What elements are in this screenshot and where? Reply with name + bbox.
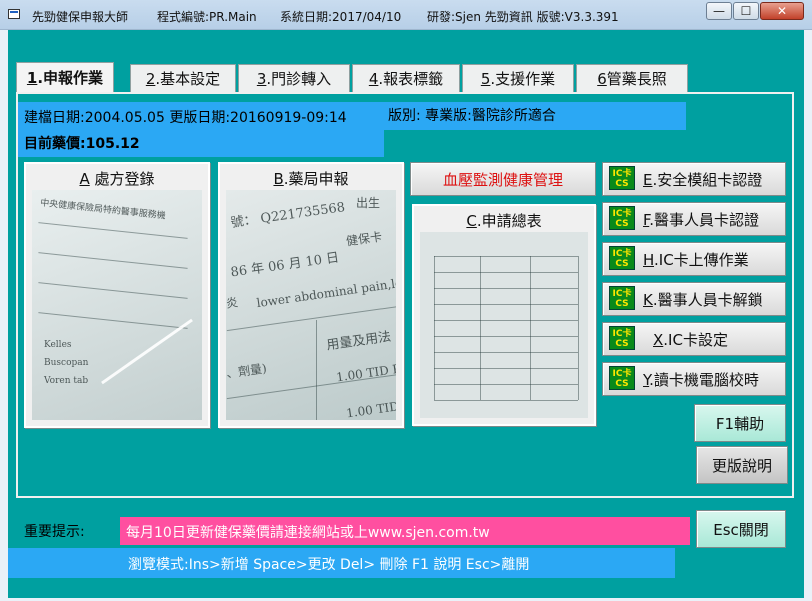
ic-card-icon: IC卡 CS	[609, 166, 635, 190]
tab-controlled-drugs[interactable]: 6 管藥長照	[576, 64, 688, 92]
tab-content: 建檔日期:2004.05.05 更版日期:20160919-09:14 目前藥價…	[16, 92, 794, 498]
maximize-button[interactable]: ☐	[733, 2, 759, 20]
medical-staff-card-unlock-button[interactable]: IC卡 CS K.醫事人員卡解鎖	[602, 282, 786, 316]
security-module-card-auth-button[interactable]: IC卡 CS E.安全模組卡認證	[602, 162, 786, 196]
edition-label: 版別: 專業版:醫院診所適合	[384, 102, 686, 130]
f1-help-button[interactable]: F1輔助	[694, 404, 786, 442]
ic-card-settings-button[interactable]: IC卡 CS X.IC卡設定	[602, 322, 786, 356]
notice-bar: 每月10日更新健保藥價請連接網站或上www.sjen.com.tw	[120, 517, 690, 545]
ic-card-upload-button[interactable]: IC卡 CS H.IC卡上傳作業	[602, 242, 786, 276]
tab-basic-settings[interactable]: 2 .基本設定	[130, 64, 236, 92]
notice-label: 重要提示:	[24, 524, 85, 540]
tab-outpatient-import[interactable]: 3 .門診轉入	[238, 64, 350, 92]
window-titlebar: 先勁健保申報大師 程式編號:PR.Main 系統日期:2017/04/10 研發…	[0, 0, 812, 30]
ic-card-icon: IC卡 CS	[609, 246, 635, 270]
bp-monitor-button[interactable]: 血壓監測健康管理	[410, 162, 596, 196]
medical-staff-card-auth-button[interactable]: IC卡 CS F.醫事人員卡認證	[602, 202, 786, 236]
ic-card-icon: IC卡 CS	[609, 206, 635, 230]
close-icon: ✕	[776, 4, 788, 18]
info-box: 建檔日期:2004.05.05 更版日期:20160919-09:14 目前藥價…	[18, 102, 384, 157]
pharmacy-photo: 號： Q221735568 出生 健保卡 86 年 06 月 10 日 炎 lo…	[226, 190, 396, 420]
update-notes-button[interactable]: 更版說明	[696, 446, 788, 484]
ic-card-icon: IC卡 CS	[609, 326, 635, 350]
build-update-dates: 建檔日期:2004.05.05 更版日期:20160919-09:14	[24, 110, 347, 126]
pharmacy-declaration-card[interactable]: B.藥局申報 號： Q221735568 出生 健保卡 86 年 06 月 10…	[218, 162, 404, 428]
main-panel: 1 .申報作業 2 .基本設定 3 .門診轉入 4 .報表標籤 5 .支援作業 6 管藥長…	[8, 30, 804, 598]
ic-card-icon: IC卡 CS	[609, 366, 635, 390]
ic-card-icon: IC卡 CS	[609, 286, 635, 310]
program-code: 程式編號:PR.Main	[157, 10, 257, 24]
tab-support[interactable]: 5 .支援作業	[462, 64, 574, 92]
prescription-photo: 中央健康保險局特約醫事服務機 Kelles Buscopan Voren tab	[32, 190, 202, 420]
system-date: 系統日期:2017/04/10	[280, 10, 402, 24]
close-button[interactable]: ✕	[760, 2, 804, 20]
status-bar: 瀏覽模式:Ins>新增 Space>更改 Del> 刪除 F1 說明 Esc>離…	[8, 548, 675, 578]
minimize-icon: —	[713, 4, 725, 18]
minimize-button[interactable]: —	[706, 2, 732, 20]
summary-photo	[420, 232, 588, 418]
application-summary-card[interactable]: C.申請總表	[412, 204, 596, 426]
esc-close-button[interactable]: Esc關閉	[696, 510, 786, 548]
developer-version: 研發:Sjen 先勁資訊 版號:V3.3.391	[427, 10, 619, 24]
app-icon[interactable]	[8, 9, 20, 19]
card-reader-time-sync-button[interactable]: IC卡 CS Y.讀卡機電腦校時	[602, 362, 786, 396]
current-drug-price: 目前藥價:105.12	[24, 136, 140, 152]
prescription-entry-card[interactable]: A 處方登錄 中央健康保險局特約醫事服務機 Kelles Buscopan Vo…	[24, 162, 210, 428]
app-title: 先勁健保申報大師	[32, 10, 129, 24]
maximize-icon: ☐	[740, 4, 752, 18]
tab-reports-labels[interactable]: 4 .報表標籤	[352, 64, 460, 92]
tab-declaration[interactable]: 1 .申報作業	[16, 62, 114, 92]
